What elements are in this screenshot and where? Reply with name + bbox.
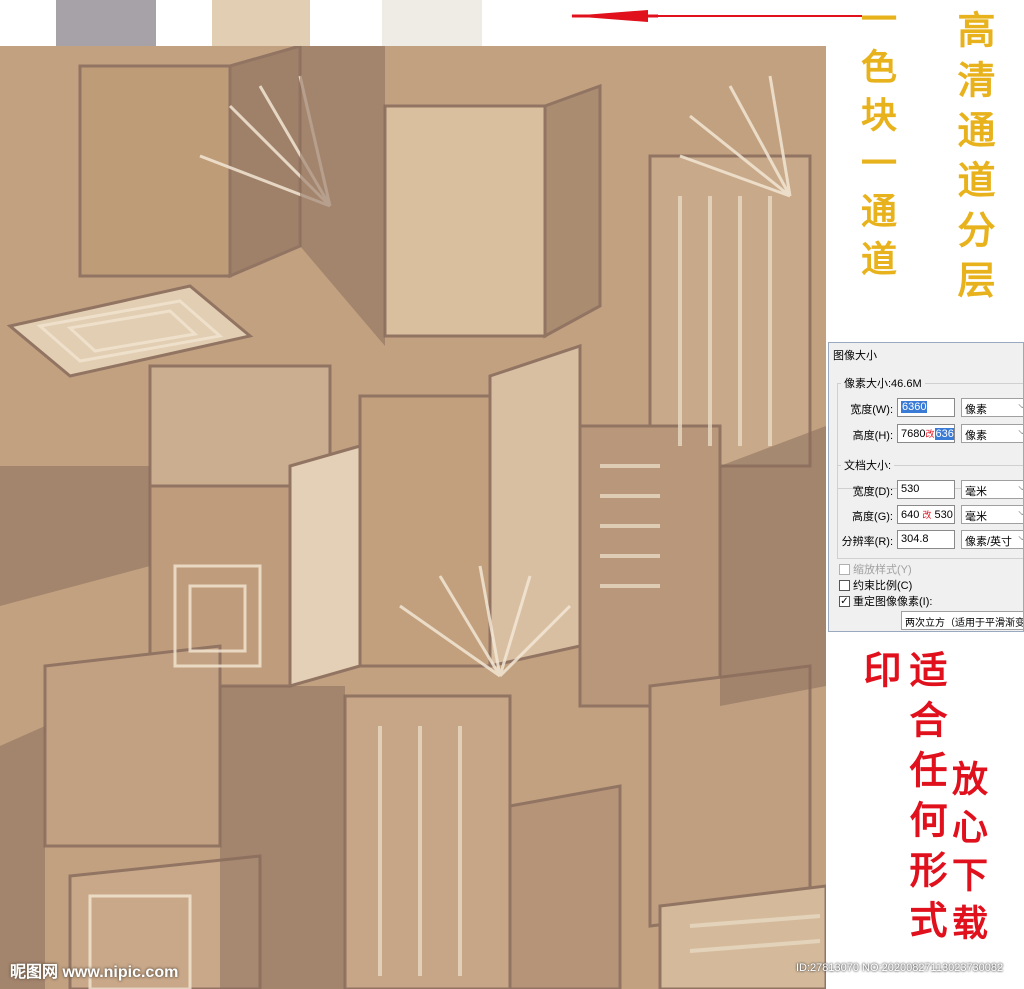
doc-height-unit-select[interactable]: 毫米⌵ <box>961 505 1023 524</box>
chevron-down-icon: ⌵ <box>1018 400 1023 411</box>
image-id-watermark: ID:27813070 NO:20200827113023730082 <box>796 962 1004 974</box>
resolution-unit-select[interactable]: 像素/英寸⌵ <box>961 530 1023 549</box>
color-swatch-gray <box>56 0 156 46</box>
doc-height-label: 高度(G): <box>852 511 893 523</box>
color-swatch-tan <box>212 0 310 46</box>
checkmark-icon: ✓ <box>839 595 850 607</box>
tagline-hd-channel-layers: 高清通道分层 <box>951 10 996 310</box>
tagline-download-with-confidence: 放心下载 <box>946 760 988 952</box>
doc-width-unit-select[interactable]: 毫米⌵ <box>961 480 1023 499</box>
color-swatch-cream <box>382 0 482 46</box>
geometric-blocks-illustration <box>0 46 826 989</box>
pixel-width-input[interactable]: 6360 <box>897 398 955 417</box>
chevron-down-icon: ⌵ <box>1018 482 1023 493</box>
red-arrow-icon <box>570 10 862 22</box>
scale-styles-checkbox[interactable]: 缩放样式(Y) <box>839 561 912 577</box>
checkbox-icon <box>839 563 850 575</box>
resolution-label: 分辨率(R): <box>841 536 893 548</box>
resample-image-checkbox[interactable]: ✓ 重定图像像素(I): <box>839 593 932 609</box>
dialog-title: 图像大小 <box>833 350 877 362</box>
pixel-height-label: 高度(H): <box>852 430 893 442</box>
tagline-one-color-one-channel: 一色块一通道 <box>855 0 897 288</box>
tagline-suitable-for-any-print: 适合任何形式印 <box>857 650 948 950</box>
doc-width-label: 宽度(D): <box>852 486 893 498</box>
doc-height-input[interactable]: 640 改 530 <box>897 505 955 524</box>
pixel-height-unit-select[interactable]: 像素⌵ <box>961 424 1023 443</box>
artwork-preview <box>0 46 826 989</box>
resample-method-select[interactable]: 两次立方（适用于平滑渐变 <box>901 611 1023 630</box>
site-watermark: 昵图网 www.nipic.com <box>10 964 179 981</box>
pixel-dimensions-label: 像素大小:46.6M <box>841 375 925 391</box>
chevron-down-icon: ⌵ <box>1018 426 1023 437</box>
chevron-down-icon: ⌵ <box>1018 507 1023 518</box>
constrain-proportions-checkbox[interactable]: 约束比例(C) <box>839 577 912 593</box>
image-size-dialog: 图像大小 像素大小:46.6M 宽度(W): 6360 像素⌵ 高度(H): 7… <box>828 342 1024 632</box>
doc-width-input[interactable]: 530 <box>897 480 955 499</box>
resolution-input[interactable]: 304.8 <box>897 530 955 549</box>
document-size-label: 文档大小: <box>841 457 895 473</box>
chevron-down-icon: ⌵ <box>1018 532 1023 543</box>
pixel-width-unit-select[interactable]: 像素⌵ <box>961 398 1023 417</box>
checkbox-icon <box>839 579 850 591</box>
pixel-height-input[interactable]: 7680改6360 <box>897 424 955 443</box>
pixel-width-label: 宽度(W): <box>850 404 893 416</box>
